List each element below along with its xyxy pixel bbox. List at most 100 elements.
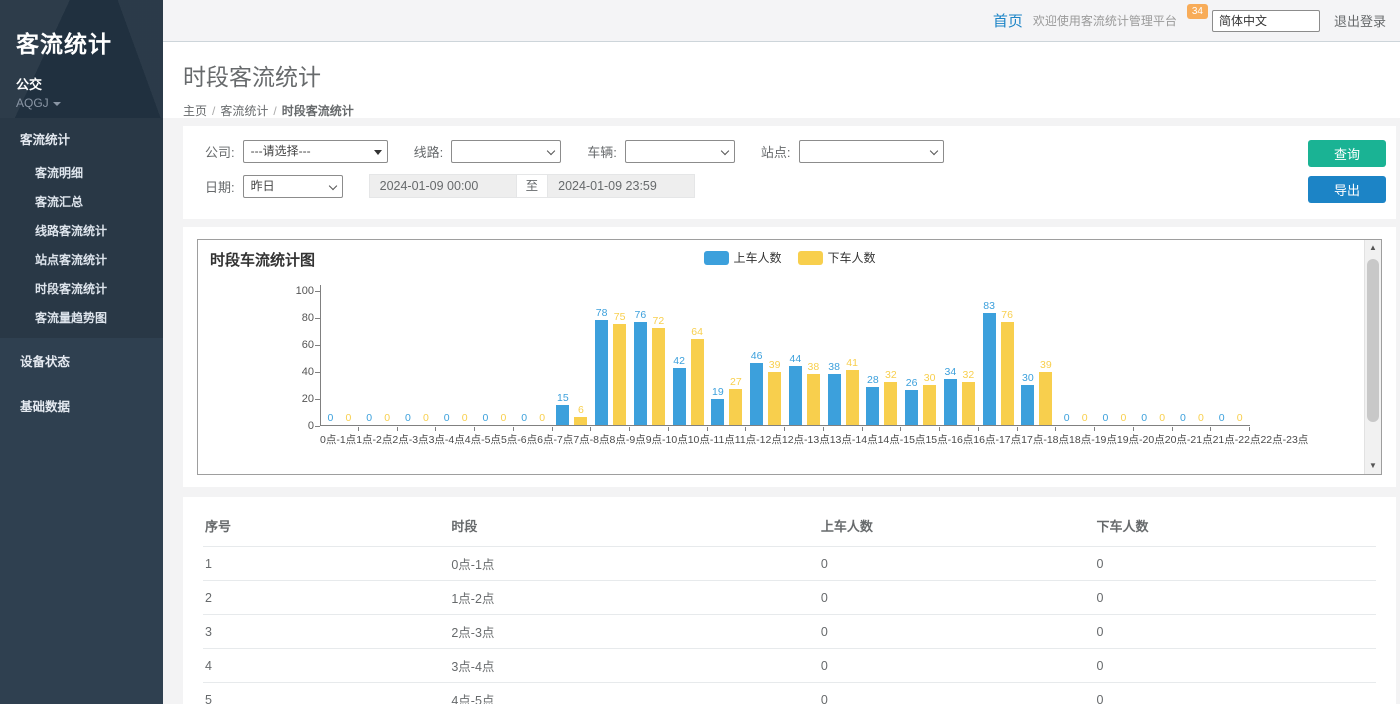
chart-scrollbar[interactable]: ▲ ▼ <box>1364 240 1381 474</box>
sidebar-subitem-0[interactable]: 客流明细 <box>0 158 163 187</box>
bar-value-label: 0 <box>345 413 351 424</box>
y-tick-label: 100 <box>280 285 314 297</box>
y-tick-label: 40 <box>280 366 314 378</box>
sidebar-item-2[interactable]: 基础数据 <box>0 383 163 428</box>
language-select[interactable]: 简体中文 <box>1212 10 1320 32</box>
bar-value-label: 0 <box>1198 413 1204 424</box>
x-axis-ticks <box>320 427 1250 431</box>
bar-value-label: 44 <box>790 354 802 365</box>
bar-alighting: 0 <box>341 291 355 425</box>
table-cell: 3点-4点 <box>449 649 818 683</box>
vehicle-select[interactable] <box>625 140 735 163</box>
x-tick-mark <box>901 427 940 431</box>
bar-value-label: 72 <box>653 316 665 327</box>
user-menu[interactable]: AQGJ <box>16 96 151 110</box>
x-tick-label: 21点-22点 <box>1213 432 1261 447</box>
bar-value-label: 0 <box>482 413 488 424</box>
x-tick-mark <box>1095 427 1134 431</box>
breadcrumb-home[interactable]: 主页 <box>183 104 207 118</box>
user-name: AQGJ <box>16 96 49 110</box>
x-tick-label: 1点-2点 <box>356 432 392 447</box>
legend-label: 上车人数 <box>733 249 781 266</box>
bar-boarding: 30 <box>1021 291 1035 425</box>
bar-rect <box>750 363 763 425</box>
bar-alighting: 32 <box>961 291 975 425</box>
station-select[interactable] <box>799 140 944 163</box>
bar-value-label: 0 <box>444 413 450 424</box>
chart-legend: 上车人数下车人数 <box>703 249 875 266</box>
sidebar-item-0[interactable]: 客流统计 <box>0 118 163 158</box>
line-select[interactable] <box>451 140 561 163</box>
bar-value-label: 0 <box>539 413 545 424</box>
x-tick-label: 12点-13点 <box>782 432 830 447</box>
bar-group-3: 00 <box>436 291 475 425</box>
bar-value-label: 27 <box>730 377 742 388</box>
company-label: 公司: <box>205 142 235 161</box>
scrollbar-thumb[interactable] <box>1367 259 1379 422</box>
bar-alighting: 0 <box>1155 291 1169 425</box>
bar-group-16: 3432 <box>940 291 979 425</box>
x-tick-mark <box>1056 427 1095 431</box>
bar-value-label: 0 <box>521 413 527 424</box>
y-tick-label: 20 <box>280 393 314 405</box>
bar-value-label: 30 <box>1022 373 1034 384</box>
bar-group-0: 00 <box>320 291 359 425</box>
sidebar: 客流统计 公交 AQGJ 客流统计客流明细客流汇总线路客流统计站点客流统计时段客… <box>0 0 163 704</box>
x-tick-mark <box>475 427 514 431</box>
bar-alighting: 76 <box>1000 291 1014 425</box>
table-cell: 5 <box>203 683 449 704</box>
x-tick-mark <box>1173 427 1212 431</box>
logout-link[interactable]: 退出登录 <box>1334 11 1386 30</box>
bar-value-label: 75 <box>614 312 626 323</box>
legend-swatch-icon <box>798 251 823 265</box>
table-cell: 0 <box>1094 581 1376 615</box>
data-table-panel: 序号时段上车人数下车人数 10点-1点0021点-2点0032点-3点0043点… <box>183 497 1396 704</box>
home-link[interactable]: 首页 <box>993 10 1023 31</box>
x-tick-mark <box>824 427 863 431</box>
bar-value-label: 76 <box>1001 310 1013 321</box>
x-tick-mark <box>746 427 785 431</box>
bar-alighting: 72 <box>651 291 665 425</box>
sidebar-subitem-1[interactable]: 客流汇总 <box>0 187 163 216</box>
bar-value-label: 32 <box>885 370 897 381</box>
company-select[interactable]: ---请选择--- <box>243 140 388 163</box>
filter-panel: 公司: ---请选择--- 线路: 车辆: 站点: <box>183 126 1396 219</box>
welcome-text: 欢迎使用客流统计管理平台 <box>1033 12 1177 29</box>
query-button[interactable]: 查询 <box>1308 140 1386 167</box>
bar-group-7: 7875 <box>591 291 630 425</box>
bar-boarding: 0 <box>362 291 376 425</box>
sidebar-subitem-5[interactable]: 客流量趋势图 <box>0 303 163 332</box>
bar-alighting: 32 <box>884 291 898 425</box>
x-tick-label: 7点-8点 <box>573 432 609 447</box>
scrollbar-up-icon[interactable]: ▲ <box>1365 240 1381 256</box>
x-tick-mark <box>1134 427 1173 431</box>
bar-alighting: 0 <box>535 291 549 425</box>
sidebar-subitem-3[interactable]: 站点客流统计 <box>0 245 163 274</box>
bar-rect <box>711 399 724 425</box>
legend-item-0[interactable]: 上车人数 <box>703 249 781 266</box>
bar-value-label: 0 <box>1120 413 1126 424</box>
x-tick-label: 22点-23点 <box>1260 432 1308 447</box>
notification-badge: 34 <box>1187 4 1208 19</box>
breadcrumb-section[interactable]: 客流统计 <box>220 104 268 118</box>
table-cell: 4点-5点 <box>449 683 818 704</box>
date-to-input[interactable]: 2024-01-09 23:59 <box>547 174 695 198</box>
bar-group-20: 00 <box>1095 291 1134 425</box>
bar-boarding: 0 <box>478 291 492 425</box>
legend-item-1[interactable]: 下车人数 <box>798 249 876 266</box>
sidebar-item-1[interactable]: 设备状态 <box>0 338 163 383</box>
scrollbar-down-icon[interactable]: ▼ <box>1365 458 1381 474</box>
bar-value-label: 19 <box>712 387 724 398</box>
bar-value-label: 30 <box>924 373 936 384</box>
table-header-2: 上车人数 <box>819 507 1095 547</box>
main-area: 首页 欢迎使用客流统计管理平台 34 简体中文 退出登录 时段客流统计 主页/客… <box>163 0 1400 704</box>
sidebar-subitem-4[interactable]: 时段客流统计 <box>0 274 163 303</box>
bar-rect <box>574 417 587 425</box>
bar-group-1: 00 <box>359 291 398 425</box>
bar-rect <box>983 313 996 425</box>
bar-group-23: 00 <box>1211 291 1250 425</box>
date-from-input[interactable]: 2024-01-09 00:00 <box>369 174 517 198</box>
sidebar-subitem-2[interactable]: 线路客流统计 <box>0 216 163 245</box>
date-preset-select[interactable]: 昨日 <box>243 175 343 198</box>
export-button[interactable]: 导出 <box>1308 176 1386 203</box>
